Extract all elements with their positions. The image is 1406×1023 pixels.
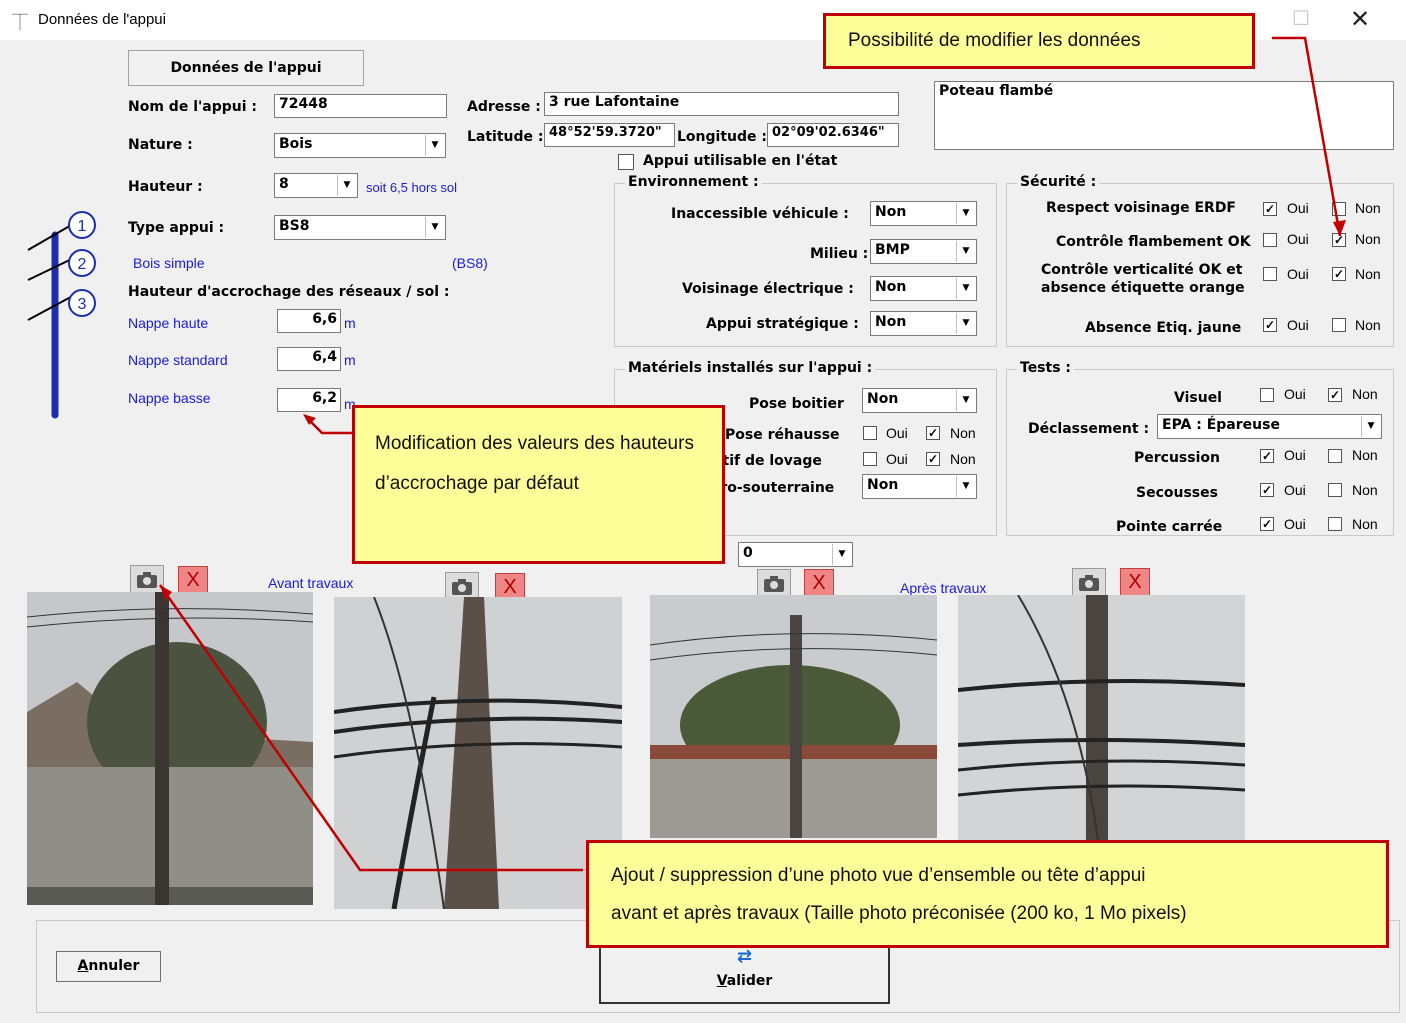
callout-modifier: Possibilité de modifier les données	[823, 13, 1255, 69]
callout-photo-line1: Ajout / suppression d’une photo vue d’en…	[611, 865, 1146, 886]
callout-photo: Ajout / suppression d’une photo vue d’en…	[586, 840, 1389, 948]
callout-photo-line2: avant et après travaux (Taille photo pré…	[611, 903, 1187, 924]
callout-hauteurs: Modification des valeurs des hauteurs d’…	[352, 405, 725, 564]
